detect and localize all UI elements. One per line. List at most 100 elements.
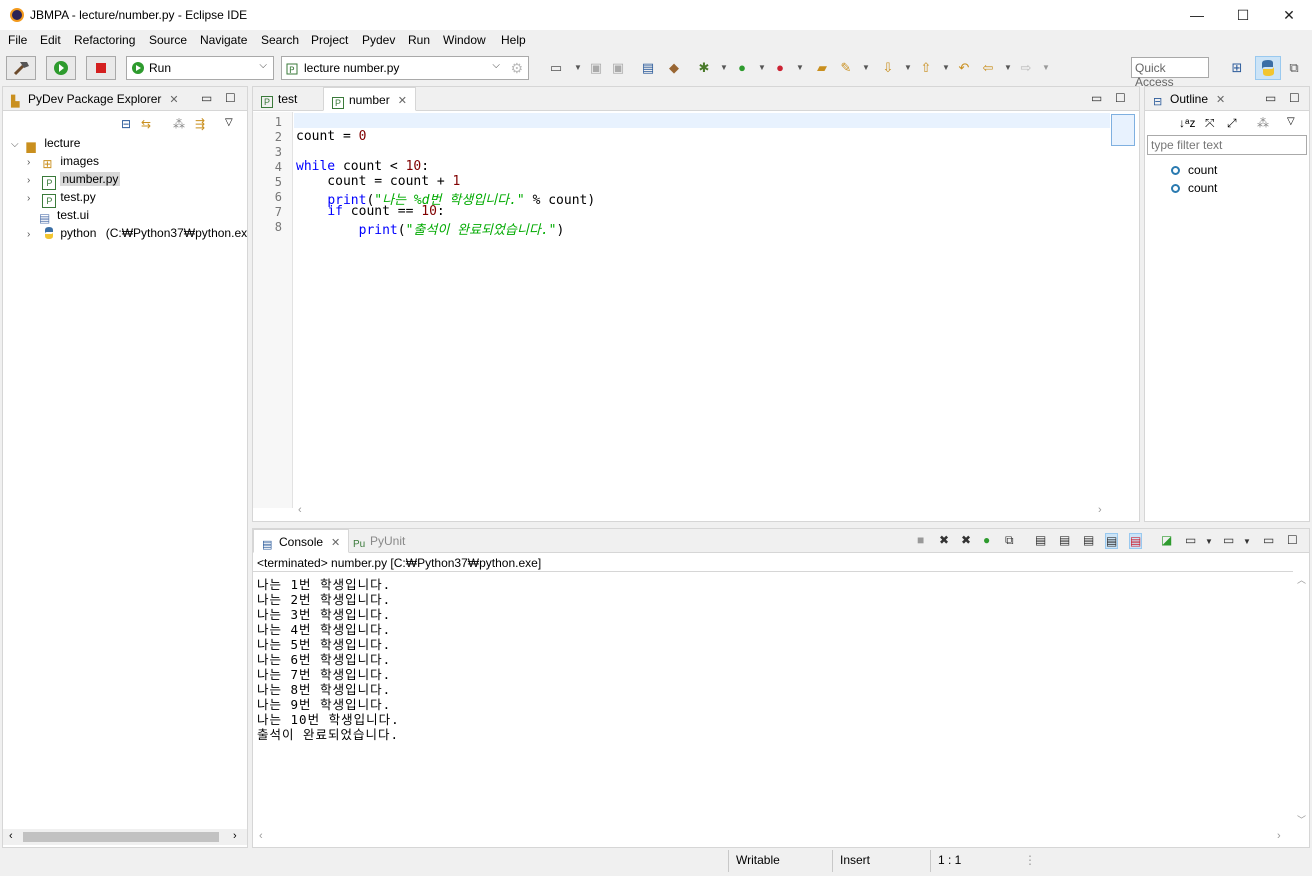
editor-horizontal-scrollbar[interactable]: ‹ ›: [294, 503, 1110, 519]
debug-icon[interactable]: ✱: [696, 60, 712, 76]
collapse-icon[interactable]: ⤧: [1205, 116, 1215, 131]
maximize-icon[interactable]: ☐: [225, 91, 236, 105]
tab-package-explorer[interactable]: ▙ PyDev Package Explorer ✕: [3, 87, 187, 111]
run-icon[interactable]: ●: [734, 60, 750, 76]
terminate-button[interactable]: [86, 56, 116, 80]
new-console-icon[interactable]: ⧉: [1005, 533, 1014, 548]
scroll-left-icon[interactable]: ‹: [259, 830, 263, 842]
chevron-down-icon[interactable]: ▼: [570, 60, 586, 76]
minimize-icon[interactable]: ▭: [1265, 91, 1276, 105]
new-icon[interactable]: ▭: [548, 60, 564, 76]
menu-file[interactable]: File: [8, 33, 27, 47]
link-with-editor-icon[interactable]: ⇆: [141, 117, 151, 131]
tab-outline[interactable]: ⊟ Outline ✕: [1145, 87, 1233, 111]
menu-navigate[interactable]: Navigate: [200, 33, 247, 47]
show-console-on-error-icon[interactable]: ▤: [1129, 533, 1143, 549]
menu-edit[interactable]: Edit: [40, 33, 61, 47]
chevron-down-icon[interactable]: ▼: [754, 60, 770, 76]
forward-arrow-icon[interactable]: ⇨: [1018, 60, 1034, 76]
display-console-icon[interactable]: ▭: [1185, 533, 1196, 547]
run-configuration-select[interactable]: Run ⌵: [126, 56, 274, 80]
minimize-icon[interactable]: ▭: [201, 91, 212, 105]
open-console-icon[interactable]: ▭: [1223, 533, 1234, 547]
back-arrow-icon[interactable]: ⇦: [980, 60, 996, 76]
chevron-down-icon[interactable]: ▼: [1038, 60, 1054, 76]
tree-item-python-interpreter[interactable]: › python (C:₩Python37₩python.ex: [27, 226, 247, 244]
pydev-perspective-button[interactable]: [1255, 56, 1281, 80]
debug-relaunch-icon[interactable]: ●: [983, 533, 990, 547]
minimize-button[interactable]: —: [1174, 0, 1220, 30]
scroll-up-icon[interactable]: ︿: [1297, 573, 1306, 586]
chevron-right-icon[interactable]: ›: [27, 157, 39, 168]
remove-all-launches-icon[interactable]: ✖: [961, 533, 971, 547]
chevron-down-icon[interactable]: ⌵: [11, 139, 23, 150]
menu-run[interactable]: Run: [408, 33, 430, 47]
tree-item-project[interactable]: ⌵ ▆ lecture: [11, 136, 80, 154]
chevron-right-icon[interactable]: ›: [27, 193, 39, 204]
tab-number[interactable]: Pnumber ✕: [323, 87, 416, 111]
show-console-on-output-icon[interactable]: ▤: [1105, 533, 1119, 549]
maximize-icon[interactable]: ☐: [1289, 91, 1300, 105]
run-button[interactable]: [46, 56, 76, 80]
tree-item-number-py[interactable]: › Pnumber.py: [27, 172, 121, 190]
close-button[interactable]: ✕: [1266, 0, 1312, 30]
scroll-down-icon[interactable]: ﹀: [1297, 813, 1306, 826]
maximize-icon[interactable]: ☐: [1115, 91, 1126, 105]
chevron-down-icon[interactable]: ▼: [858, 60, 874, 76]
chevron-down-icon[interactable]: ▼: [900, 60, 916, 76]
previous-annotation-icon[interactable]: ⇧: [918, 60, 934, 76]
console-output[interactable]: 나는 1번 학생입니다. 나는 2번 학생입니다. 나는 3번 학생입니다. 나…: [253, 571, 1293, 829]
save-all-icon[interactable]: ▣: [610, 60, 626, 76]
filter-icon[interactable]: ⁂: [173, 117, 185, 131]
tree-item-test-ui[interactable]: ▤ test.ui: [39, 208, 89, 226]
outline-item[interactable]: count: [1171, 163, 1217, 177]
expand-icon[interactable]: ⤢: [1227, 116, 1237, 131]
outline-item[interactable]: count: [1171, 181, 1217, 195]
last-edit-icon[interactable]: ↶: [956, 60, 972, 76]
tab-test[interactable]: Ptest: [253, 87, 305, 111]
overview-ruler-marker[interactable]: [1111, 114, 1135, 146]
explorer-horizontal-scrollbar[interactable]: ‹ ›: [3, 829, 247, 845]
maximize-icon[interactable]: ☐: [1287, 533, 1298, 547]
view-menu-icon[interactable]: ▽: [225, 117, 233, 128]
remove-launch-icon[interactable]: ✖: [939, 533, 949, 547]
tab-pyunit[interactable]: Pu PyUnit: [345, 529, 413, 553]
clear-console-icon[interactable]: ▤: [1035, 533, 1046, 547]
launch-target-select[interactable]: P lecture number.py ⌵ ⚙: [281, 56, 529, 80]
menu-pydev[interactable]: Pydev: [362, 33, 395, 47]
console-icon[interactable]: ▤: [640, 60, 656, 76]
scroll-right-icon[interactable]: ›: [233, 830, 237, 842]
open-perspective-icon[interactable]: ⊞: [1229, 60, 1245, 76]
close-icon[interactable]: ✕: [1216, 94, 1225, 106]
console-horizontal-scrollbar[interactable]: ‹ ›: [253, 829, 1293, 845]
chevron-down-icon[interactable]: ▼: [938, 60, 954, 76]
save-icon[interactable]: ▣: [588, 60, 604, 76]
close-icon[interactable]: ✕: [169, 94, 178, 106]
build-button[interactable]: [6, 56, 36, 80]
console-vertical-scrollbar[interactable]: ︿ ﹀: [1293, 571, 1309, 829]
close-icon[interactable]: ✕: [398, 95, 407, 107]
scroll-lock-icon[interactable]: ▤: [1059, 533, 1070, 547]
chevron-down-icon[interactable]: ▼: [1000, 60, 1016, 76]
minimize-icon[interactable]: ▭: [1263, 533, 1274, 547]
word-wrap-icon[interactable]: ▤: [1083, 533, 1094, 547]
quick-access-input[interactable]: Quick Access: [1131, 57, 1209, 89]
chevron-down-icon[interactable]: ▼: [716, 60, 732, 76]
scroll-right-icon[interactable]: ›: [1277, 830, 1281, 842]
view-menu-icon[interactable]: ▽: [1287, 116, 1295, 127]
collapse-all-icon[interactable]: ⊟: [121, 117, 131, 131]
pin-console-icon[interactable]: ◪: [1161, 533, 1172, 547]
close-icon[interactable]: ✕: [331, 537, 340, 549]
menu-source[interactable]: Source: [149, 33, 187, 47]
maximize-button[interactable]: ☐: [1220, 0, 1266, 30]
chevron-right-icon[interactable]: ›: [27, 229, 39, 240]
gear-icon[interactable]: ⚙: [510, 60, 523, 77]
next-annotation-icon[interactable]: ⇩: [880, 60, 896, 76]
chevron-down-icon[interactable]: ▼: [1243, 537, 1251, 546]
open-folder-icon[interactable]: ▰: [814, 60, 830, 76]
debug-perspective-icon[interactable]: ⧉: [1286, 60, 1302, 76]
minimize-icon[interactable]: ▭: [1091, 91, 1102, 105]
tree-item-images[interactable]: › ⊞ images: [27, 154, 99, 172]
sort-icon[interactable]: ↓ᵃz: [1179, 116, 1195, 130]
terminate-icon[interactable]: ■: [917, 533, 924, 547]
